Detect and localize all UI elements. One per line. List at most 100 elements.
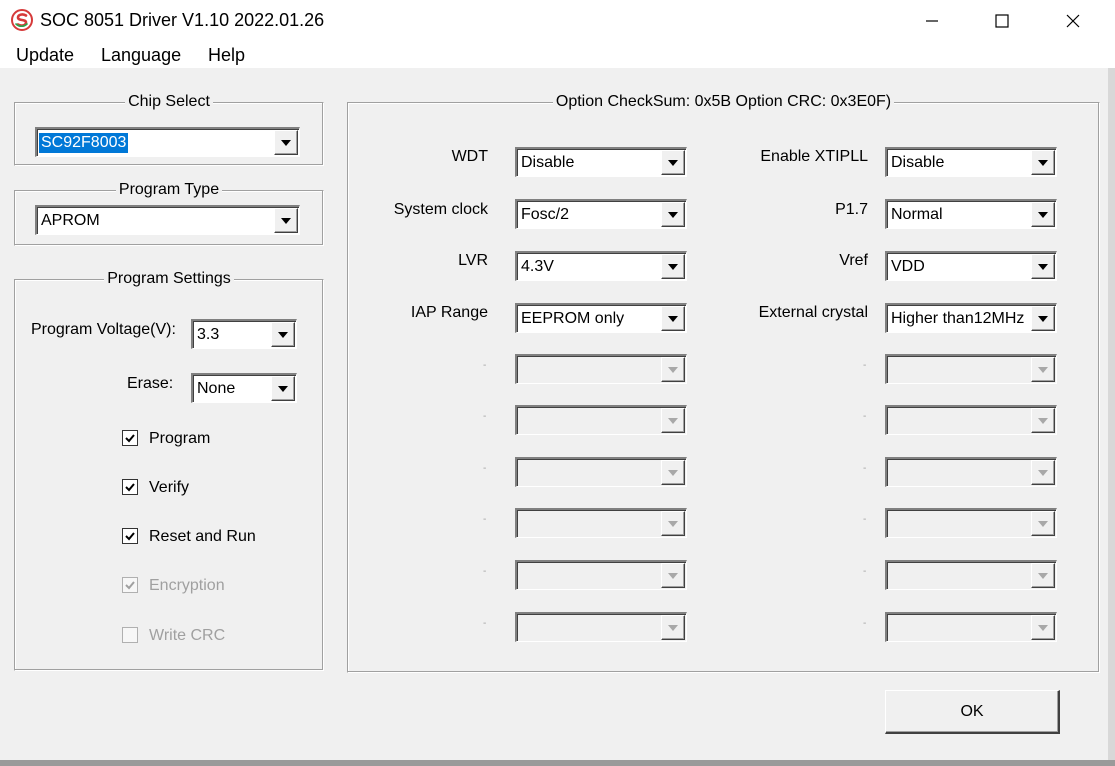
dropdown-arrow-icon (1031, 408, 1055, 433)
menu-update[interactable]: Update (16, 43, 74, 67)
window-edge-bottom (0, 760, 1115, 766)
minimize-button[interactable] (897, 0, 967, 42)
window-edge-right (1108, 68, 1115, 766)
empty-option-combo (515, 457, 687, 487)
dropdown-arrow-icon (1031, 511, 1055, 536)
program-checkbox[interactable] (122, 430, 138, 446)
empty-option-label: - (863, 514, 867, 525)
erase-label: Erase: (127, 375, 174, 392)
ok-button[interactable]: OK (885, 690, 1060, 734)
dropdown-arrow-icon[interactable] (661, 202, 685, 227)
dropdown-arrow-icon[interactable] (1031, 306, 1055, 331)
program-voltage-value: 3.3 (197, 326, 220, 343)
dropdown-arrow-icon[interactable] (661, 150, 685, 175)
enable-xtipll-value: Disable (891, 154, 945, 171)
empty-option-combo (885, 405, 1057, 435)
enable-xtipll-label: Enable XTIPLL (760, 148, 868, 165)
p17-label: P1.7 (835, 201, 868, 218)
dropdown-arrow-icon[interactable] (274, 208, 298, 233)
enable-xtipll-combo[interactable]: Disable (885, 147, 1057, 177)
empty-option-combo (885, 457, 1057, 487)
window-title: SOC 8051 Driver V1.10 2022.01.26 (40, 10, 325, 30)
program-voltage-combo[interactable]: 3.3 (191, 319, 297, 349)
checkmark-icon (125, 483, 135, 492)
program-type-combo[interactable]: APROM (35, 205, 300, 235)
option-checksum-header: Option CheckSum: 0x5B Option CRC: 0x3E0F… (552, 93, 895, 110)
empty-option-combo (885, 354, 1057, 384)
iap-range-label: IAP Range (410, 304, 488, 321)
empty-option-label: - (483, 360, 487, 371)
dropdown-arrow-icon (1031, 563, 1055, 588)
encryption-checkbox-label[interactable]: Encryption (149, 576, 225, 596)
write-crc-checkbox[interactable] (122, 627, 138, 643)
empty-option-combo (515, 354, 687, 384)
p17-combo[interactable]: Normal (885, 199, 1057, 229)
maximize-button[interactable] (967, 0, 1037, 42)
dropdown-arrow-icon[interactable] (1031, 254, 1055, 279)
maximize-icon (995, 14, 1009, 28)
empty-option-label: - (483, 411, 487, 422)
encryption-checkbox[interactable] (122, 577, 138, 593)
dropdown-arrow-icon[interactable] (1031, 150, 1055, 175)
empty-option-label: - (483, 463, 487, 474)
program-type-group: Program Type APROM (14, 181, 324, 246)
dropdown-arrow-icon (661, 460, 685, 485)
program-settings-title: Program Settings (104, 270, 234, 287)
dropdown-arrow-icon (1031, 460, 1055, 485)
dropdown-arrow-icon (1031, 615, 1055, 640)
empty-option-combo (515, 612, 687, 642)
chip-select-title: Chip Select (125, 93, 213, 110)
external-crystal-combo[interactable]: Higher than12MHz (885, 303, 1057, 333)
empty-option-label: - (863, 618, 867, 629)
checkmark-icon (125, 532, 135, 541)
empty-option-combo (515, 405, 687, 435)
dropdown-arrow-icon (661, 563, 685, 588)
empty-option-label: - (863, 566, 867, 577)
reset-and-run-checkbox-label[interactable]: Reset and Run (149, 527, 256, 547)
empty-option-label: - (863, 360, 867, 371)
empty-option-label: - (483, 618, 487, 629)
dropdown-arrow-icon[interactable] (271, 322, 295, 347)
empty-option-combo (885, 508, 1057, 538)
menu-help[interactable]: Help (208, 43, 245, 67)
dropdown-arrow-icon (661, 615, 685, 640)
dropdown-arrow-icon (661, 511, 685, 536)
verify-checkbox-label[interactable]: Verify (149, 478, 189, 498)
system-clock-combo[interactable]: Fosc/2 (515, 199, 687, 229)
empty-option-label: - (863, 463, 867, 474)
wdt-combo[interactable]: Disable (515, 147, 687, 177)
title-bar[interactable]: SOC 8051 Driver V1.10 2022.01.26 (0, 0, 1115, 42)
reset-and-run-checkbox[interactable] (122, 528, 138, 544)
dropdown-arrow-icon[interactable] (661, 254, 685, 279)
external-crystal-label: External crystal (758, 304, 868, 321)
lvr-value: 4.3V (521, 258, 554, 275)
checkmark-icon (125, 581, 135, 590)
verify-checkbox[interactable] (122, 479, 138, 495)
dropdown-arrow-icon[interactable] (271, 376, 295, 401)
dropdown-arrow-icon[interactable] (1031, 202, 1055, 227)
program-checkbox-label[interactable]: Program (149, 429, 210, 449)
close-icon (1066, 14, 1080, 28)
program-voltage-label: Program Voltage(V): (31, 321, 176, 338)
lvr-combo[interactable]: 4.3V (515, 251, 687, 281)
dropdown-arrow-icon[interactable] (274, 130, 298, 155)
program-settings-group: Program Settings Program Voltage(V): 3.3… (14, 270, 324, 671)
erase-combo[interactable]: None (191, 373, 297, 403)
system-clock-label: System clock (393, 201, 488, 218)
system-clock-value: Fosc/2 (521, 206, 570, 223)
dropdown-arrow-icon (661, 408, 685, 433)
empty-option-combo (885, 560, 1057, 590)
program-type-value: APROM (41, 212, 100, 229)
write-crc-checkbox-label[interactable]: Write CRC (149, 626, 225, 646)
menu-language[interactable]: Language (101, 43, 181, 67)
vref-combo[interactable]: VDD (885, 251, 1057, 281)
iap-range-value: EEPROM only (521, 310, 625, 327)
program-type-title: Program Type (115, 181, 223, 198)
external-crystal-value: Higher than12MHz (891, 310, 1025, 327)
empty-option-label: - (863, 411, 867, 422)
p17-value: Normal (891, 206, 943, 223)
iap-range-combo[interactable]: EEPROM only (515, 303, 687, 333)
chip-select-combo[interactable]: SC92F8003 (35, 127, 300, 157)
close-button[interactable] (1038, 0, 1108, 42)
dropdown-arrow-icon[interactable] (661, 306, 685, 331)
